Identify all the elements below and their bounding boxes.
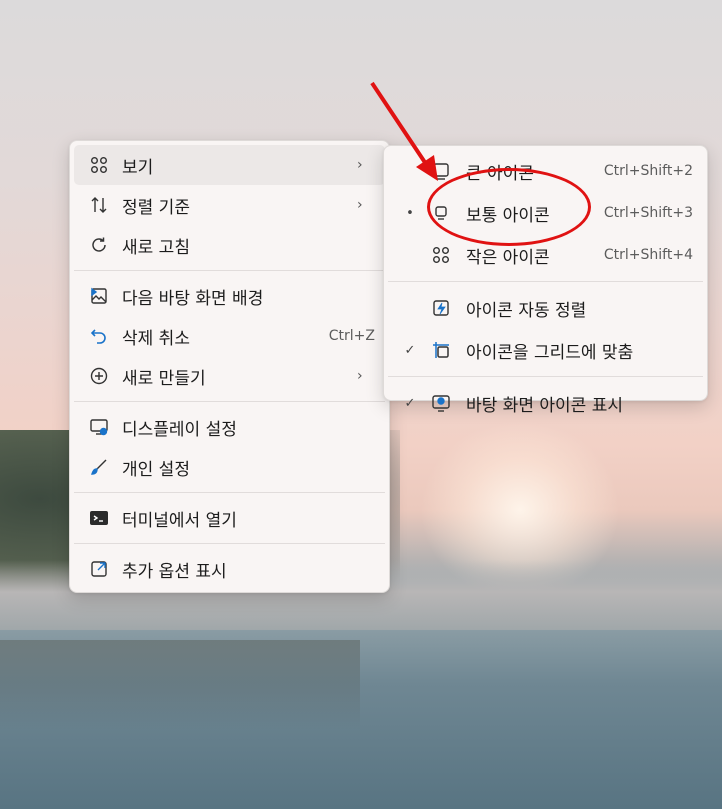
check-icon: ✓ xyxy=(404,342,416,358)
menu-item-label: 아이콘 자동 정렬 xyxy=(466,300,587,321)
menu-item-label: 아이콘을 그리드에 맞춤 xyxy=(466,342,634,363)
menu-item-show-more-options[interactable]: 추가 옵션 표시 xyxy=(74,549,385,589)
menu-item-label: 삭제 취소 xyxy=(122,328,190,349)
large-icons-icon xyxy=(430,160,452,182)
menu-item-personalize[interactable]: 개인 설정 xyxy=(74,447,385,487)
brush-icon xyxy=(88,456,110,478)
menu-item-refresh[interactable]: 새로 고침 xyxy=(74,225,385,265)
menu-item-shortcut: Ctrl+Shift+3 xyxy=(603,205,693,221)
menu-item-sort-by[interactable]: 정렬 기준 › xyxy=(74,185,385,225)
next-wallpaper-icon xyxy=(88,285,110,307)
terminal-icon xyxy=(88,507,110,529)
view-submenu: 큰 아이콘 Ctrl+Shift+2 • 보통 아이콘 Ctrl+Shift+3… xyxy=(383,145,708,416)
chevron-right-icon: › xyxy=(357,157,363,173)
menu-item-label: 작은 아이콘 xyxy=(466,247,550,268)
submenu-item-small-icons[interactable]: 작은 아이콘 Ctrl+Shift+4 xyxy=(388,234,703,276)
menu-item-label: 추가 옵션 표시 xyxy=(122,561,227,582)
menu-item-next-background[interactable]: 다음 바탕 화면 배경 xyxy=(74,276,385,316)
align-grid-icon xyxy=(430,339,452,361)
new-icon xyxy=(88,365,110,387)
medium-icons-icon xyxy=(430,202,452,224)
submenu-item-large-icons[interactable]: 큰 아이콘 Ctrl+Shift+2 xyxy=(388,150,703,192)
separator xyxy=(388,281,703,282)
desktop-context-menu: 보기 › 정렬 기준 › 새로 고침 다음 바탕 화면 배경 삭제 취소 Ctr… xyxy=(69,140,390,593)
menu-item-label: 디스플레이 설정 xyxy=(122,419,237,440)
menu-item-view[interactable]: 보기 › xyxy=(74,145,385,185)
small-icons-icon xyxy=(430,244,452,266)
menu-item-label: 큰 아이콘 xyxy=(466,163,534,184)
show-desktop-icons-icon xyxy=(430,392,452,414)
menu-item-open-terminal[interactable]: 터미널에서 열기 xyxy=(74,498,385,538)
menu-item-label: 터미널에서 열기 xyxy=(122,510,237,531)
menu-item-label: 새로 고침 xyxy=(122,237,190,258)
separator xyxy=(74,270,385,271)
menu-item-display-settings[interactable]: 디스플레이 설정 xyxy=(74,407,385,447)
refresh-icon xyxy=(88,234,110,256)
menu-item-label: 다음 바탕 화면 배경 xyxy=(122,288,264,309)
separator xyxy=(74,401,385,402)
grid-icon xyxy=(88,154,110,176)
bullet-icon: • xyxy=(406,205,414,221)
separator xyxy=(74,543,385,544)
menu-item-undo-delete[interactable]: 삭제 취소 Ctrl+Z xyxy=(74,316,385,356)
undo-icon xyxy=(88,325,110,347)
auto-arrange-icon xyxy=(430,297,452,319)
menu-item-shortcut: Ctrl+Shift+4 xyxy=(603,247,693,263)
menu-item-label: 새로 만들기 xyxy=(122,368,206,389)
separator xyxy=(74,492,385,493)
menu-item-shortcut: Ctrl+Z xyxy=(328,328,375,344)
chevron-right-icon: › xyxy=(357,368,363,384)
menu-item-label: 정렬 기준 xyxy=(122,197,190,218)
submenu-item-medium-icons[interactable]: • 보통 아이콘 Ctrl+Shift+3 xyxy=(388,192,703,234)
show-more-icon xyxy=(88,558,110,580)
menu-item-shortcut: Ctrl+Shift+2 xyxy=(603,163,693,179)
menu-item-label: 보기 xyxy=(122,157,154,178)
menu-item-label: 보통 아이콘 xyxy=(466,205,550,226)
wallpaper-reflection xyxy=(0,640,360,730)
sort-icon xyxy=(88,194,110,216)
submenu-item-auto-arrange[interactable]: 아이콘 자동 정렬 xyxy=(388,287,703,329)
submenu-item-show-desktop-icons[interactable]: ✓ 바탕 화면 아이콘 표시 xyxy=(388,382,703,424)
separator xyxy=(388,376,703,377)
display-settings-icon xyxy=(88,416,110,438)
chevron-right-icon: › xyxy=(357,197,363,213)
menu-item-new[interactable]: 새로 만들기 › xyxy=(74,356,385,396)
submenu-item-align-to-grid[interactable]: ✓ 아이콘을 그리드에 맞춤 xyxy=(388,329,703,371)
menu-item-label: 개인 설정 xyxy=(122,459,190,480)
menu-item-label: 바탕 화면 아이콘 표시 xyxy=(466,395,623,416)
check-icon: ✓ xyxy=(404,395,416,411)
